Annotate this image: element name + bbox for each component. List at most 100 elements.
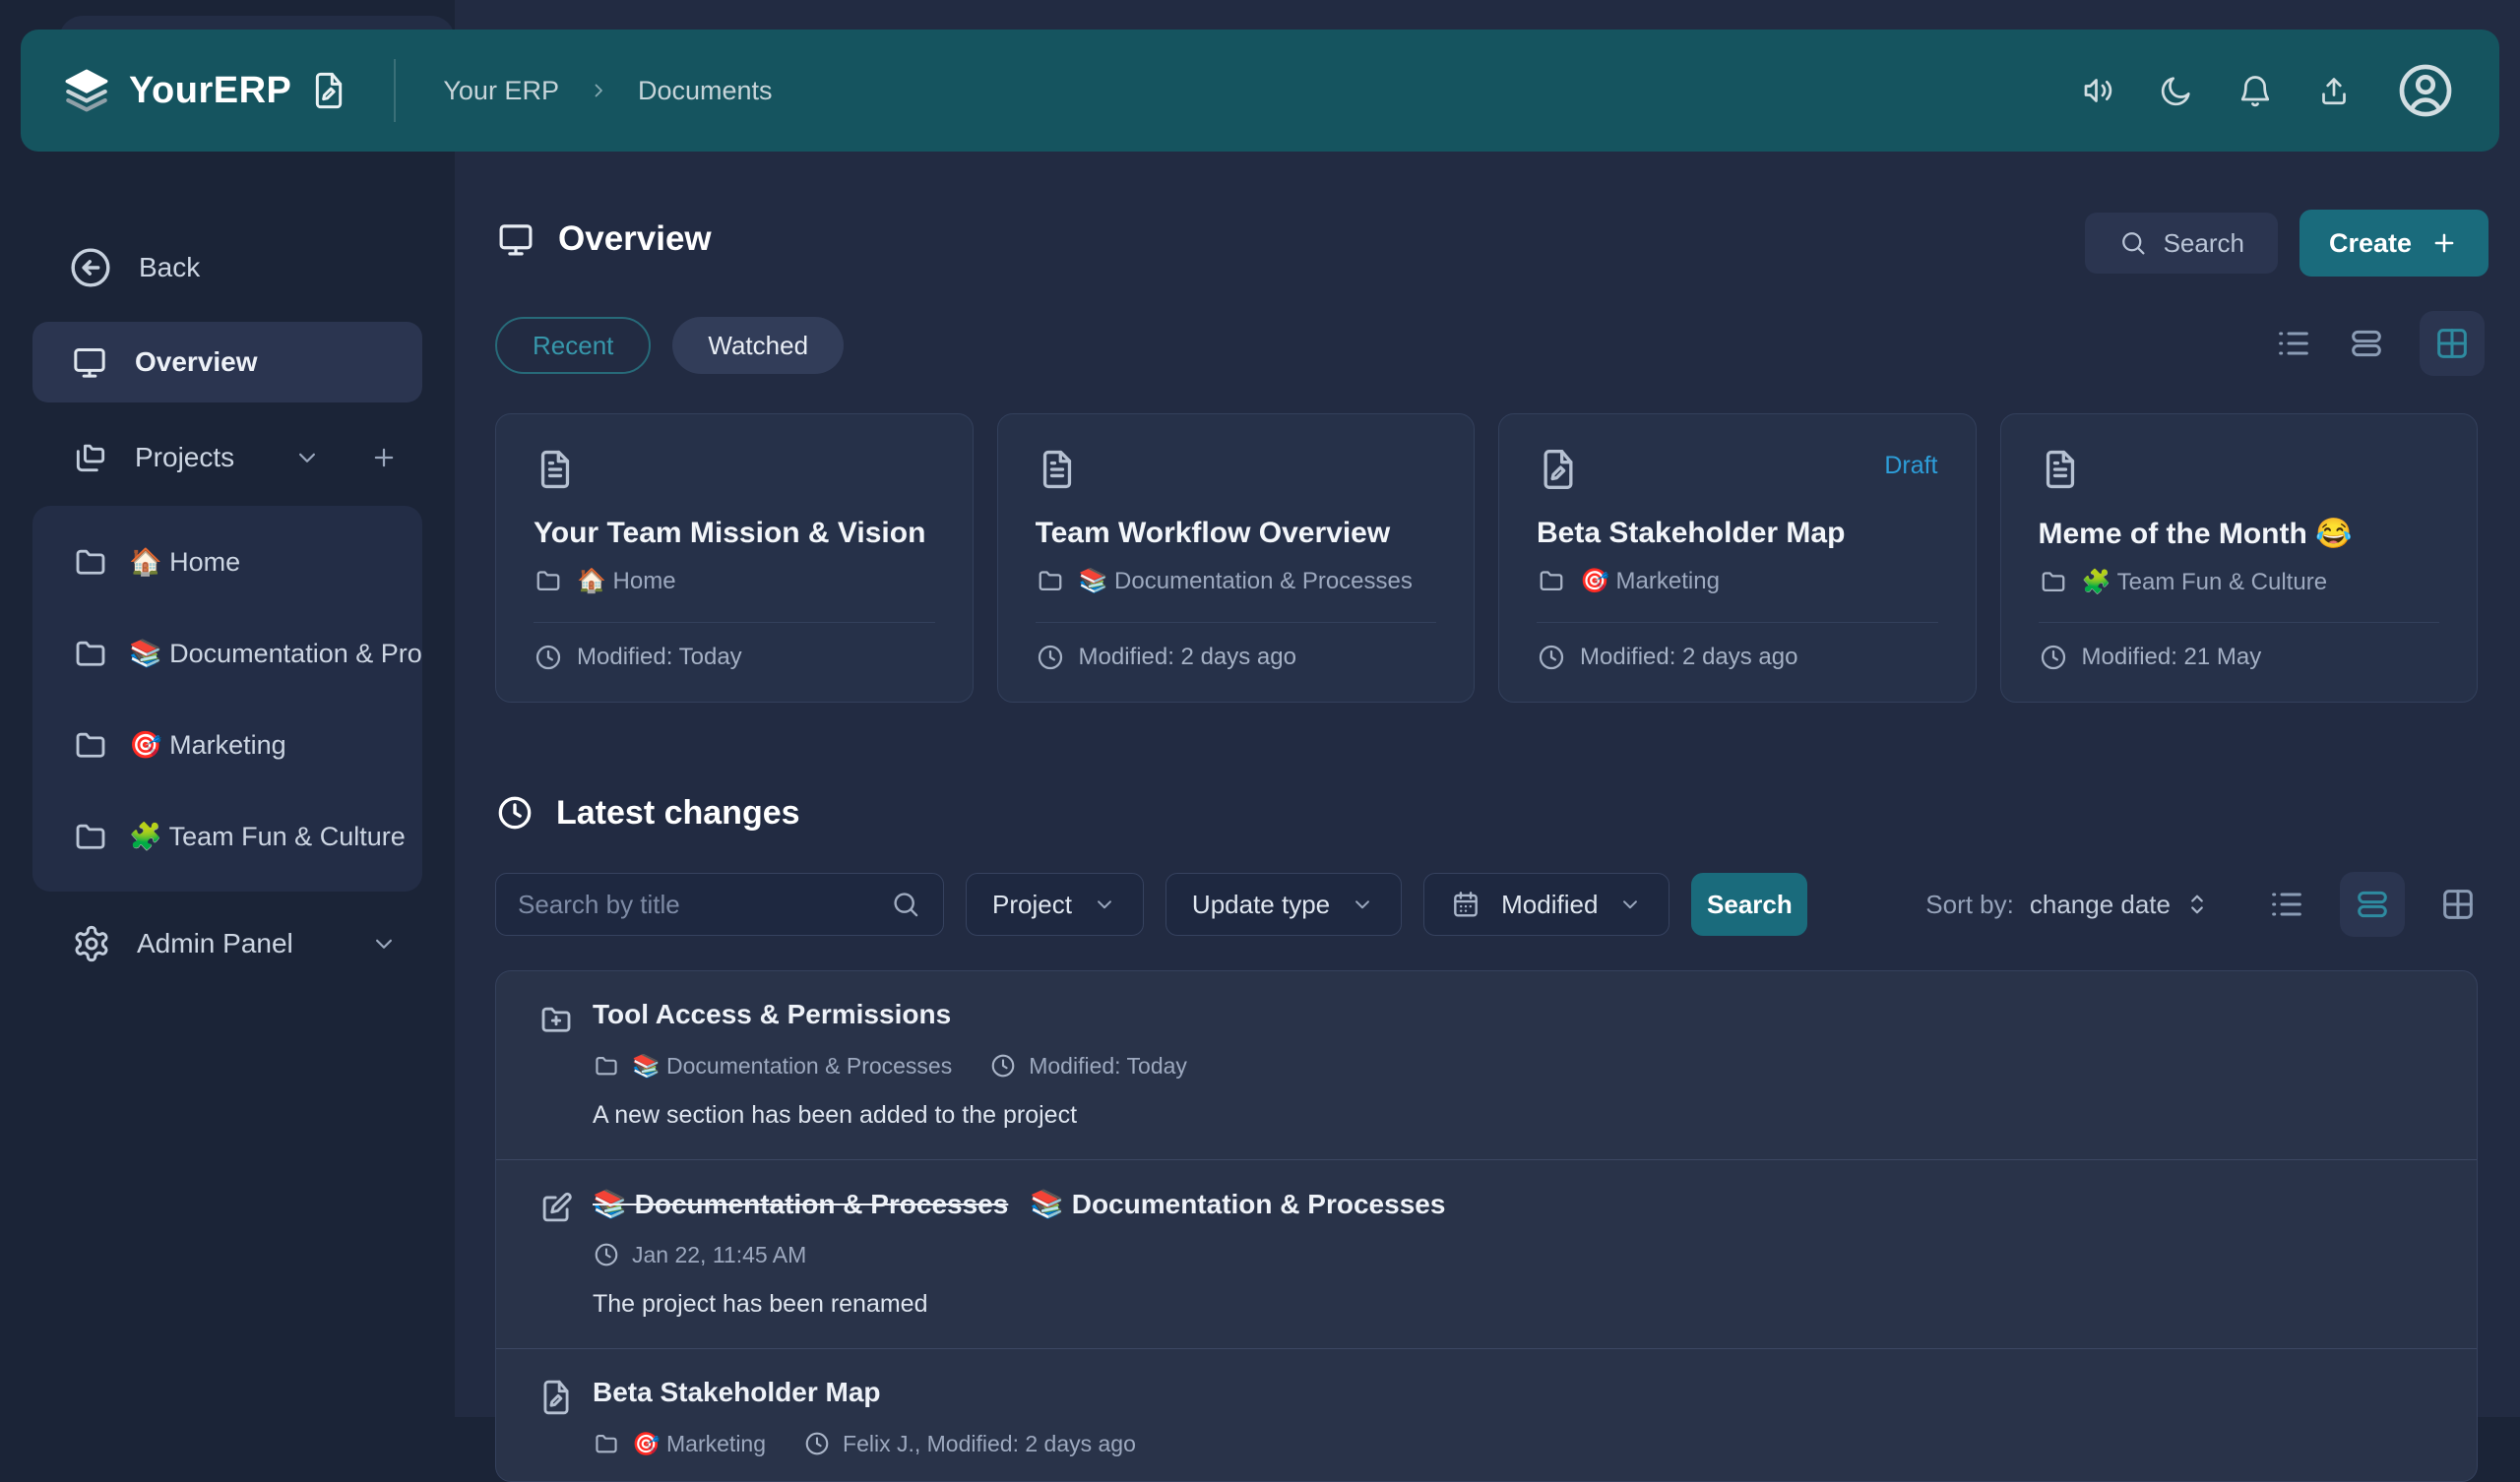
create-button-label: Create	[2329, 228, 2412, 259]
sort-value[interactable]: change date	[2030, 890, 2171, 920]
title-search-field[interactable]	[495, 873, 944, 936]
sort-control: Sort by: change date	[1925, 872, 2478, 937]
change-meta: Jan 22, 11:45 AM	[593, 1241, 2437, 1268]
sidebar-back-button[interactable]: Back	[32, 236, 422, 299]
grid-view-button-active[interactable]	[2420, 311, 2485, 376]
file-text-icon	[1036, 448, 1079, 491]
change-project: 📚 Documentation & Processes	[593, 1052, 952, 1080]
folder-icon	[2039, 567, 2068, 596]
rows-view-button-active[interactable]	[2340, 872, 2405, 937]
clock-icon	[1537, 643, 1566, 672]
sidebar-projects-list: 🏠 Home 📚 Documentation & Pro… 🎯 Marketin…	[32, 506, 422, 892]
user-avatar-icon[interactable]	[2395, 60, 2456, 121]
document-card[interactable]: Draft Beta Stakeholder Map 🎯 Marketing M…	[1498, 413, 1977, 703]
upload-icon[interactable]	[2316, 73, 2352, 108]
modified-filter-dropdown[interactable]: Modified	[1423, 873, 1670, 936]
plus-icon	[2429, 228, 2459, 258]
folder-icon	[72, 543, 109, 581]
change-time: Modified: Today	[989, 1052, 1187, 1080]
tab-recent[interactable]: Recent	[495, 317, 651, 374]
volume-icon[interactable]	[2080, 73, 2115, 108]
sidebar-item-team-fun[interactable]: 🧩 Team Fun & Culture	[32, 790, 422, 882]
chevron-down-icon[interactable]	[369, 929, 399, 958]
back-label: Back	[139, 252, 200, 283]
project-filter-label: Project	[992, 890, 1072, 920]
sidebar-item-projects[interactable]: Projects	[32, 429, 422, 486]
top-bar: YourERP Your ERP Documents	[21, 30, 2499, 152]
card-modified-label: Modified: Today	[577, 644, 742, 671]
change-title: Tool Access & Permissions	[593, 999, 2437, 1038]
change-row-tool-access[interactable]: Tool Access & Permissions 📚 Documentatio…	[496, 971, 2477, 1159]
tab-recent-label: Recent	[533, 331, 613, 361]
folders-icon	[72, 439, 109, 476]
update-type-filter-dropdown[interactable]: Update type	[1166, 873, 1402, 936]
clock-icon	[803, 1430, 831, 1457]
breadcrumb-root[interactable]: Your ERP	[443, 76, 559, 106]
card-project: 📚 Documentation & Processes	[1036, 566, 1437, 595]
modified-filter-label: Modified	[1501, 890, 1598, 920]
chevron-down-icon	[1617, 892, 1643, 917]
sidebar-item-documentation[interactable]: 📚 Documentation & Pro…	[32, 607, 422, 699]
folder-icon	[1537, 566, 1566, 595]
grid-view-icon[interactable]	[2438, 885, 2478, 924]
filter-search-button[interactable]: Search	[1691, 873, 1807, 936]
list-view-toggle	[2267, 872, 2478, 937]
clock-icon	[593, 1241, 620, 1268]
document-card[interactable]: Meme of the Month 😂 🧩 Team Fun & Culture…	[2000, 413, 2479, 703]
change-time-label: Modified: Today	[1029, 1053, 1187, 1080]
admin-label: Admin Panel	[137, 928, 293, 959]
change-row-project-renamed[interactable]: 📚 Documentation & Processes 📚 Documentat…	[496, 1159, 2477, 1348]
page-title: Overview	[495, 218, 712, 260]
tab-watched[interactable]: Watched	[672, 317, 844, 374]
change-project: 🎯 Marketing	[593, 1430, 766, 1457]
search-input[interactable]	[518, 890, 890, 920]
monitor-icon	[495, 218, 536, 260]
cards-view-toggle	[2274, 311, 2485, 376]
sidebar-item-admin-panel[interactable]: Admin Panel	[32, 913, 422, 974]
change-project-label: 📚 Documentation & Processes	[632, 1053, 952, 1080]
notifications-bell-icon[interactable]	[2237, 73, 2273, 108]
breadcrumb-current[interactable]: Documents	[638, 76, 773, 106]
folder-icon	[72, 818, 109, 855]
change-time-label: Jan 22, 11:45 AM	[632, 1242, 806, 1268]
rows-view-icon[interactable]	[2347, 324, 2386, 363]
create-button[interactable]: Create	[2300, 210, 2488, 277]
list-view-icon[interactable]	[2274, 324, 2313, 363]
sidebar-item-home[interactable]: 🏠 Home	[32, 516, 422, 607]
latest-changes-title: Latest changes	[495, 793, 800, 833]
update-type-filter-label: Update type	[1192, 890, 1330, 920]
change-time: Felix J., Modified: 2 days ago	[803, 1430, 1136, 1457]
draft-badge: Draft	[1884, 452, 1937, 480]
change-row-beta-stakeholder-map[interactable]: Beta Stakeholder Map 🎯 Marketing Felix J…	[496, 1348, 2477, 1482]
add-project-plus-icon[interactable]	[369, 443, 399, 472]
document-card[interactable]: Your Team Mission & Vision 🏠 Home Modifi…	[495, 413, 974, 703]
topbar-divider	[394, 59, 396, 122]
change-title: 📚 Documentation & Processes 📚 Documentat…	[593, 1188, 2437, 1227]
folder-icon	[72, 726, 109, 764]
change-meta: 📚 Documentation & Processes Modified: To…	[593, 1052, 2437, 1080]
search-button[interactable]: Search	[2085, 213, 2278, 274]
topbar-actions	[2080, 60, 2499, 121]
clock-icon	[534, 643, 563, 672]
sort-by-label: Sort by:	[1925, 890, 2014, 920]
list-view-icon[interactable]	[2267, 885, 2306, 924]
sidebar-item-marketing[interactable]: 🎯 Marketing	[32, 699, 422, 790]
project-filter-dropdown[interactable]: Project	[966, 873, 1144, 936]
search-icon	[890, 889, 921, 920]
grid-view-icon	[2432, 324, 2472, 363]
filter-search-button-label: Search	[1707, 890, 1793, 920]
card-modified-label: Modified: 2 days ago	[1079, 644, 1296, 671]
dark-mode-moon-icon[interactable]	[2159, 73, 2194, 108]
sort-direction-icon[interactable]	[2182, 890, 2212, 919]
sidebar-item-overview[interactable]: Overview	[32, 322, 422, 402]
card-modified: Modified: 2 days ago	[1036, 622, 1437, 672]
header-actions: Search Create	[2085, 209, 2488, 278]
change-time-label: Felix J., Modified: 2 days ago	[843, 1431, 1136, 1457]
change-title: Beta Stakeholder Map	[593, 1377, 2437, 1416]
card-project: 🏠 Home	[534, 566, 935, 595]
latest-changes-title-text: Latest changes	[556, 794, 800, 833]
document-card[interactable]: Team Workflow Overview 📚 Documentation &…	[997, 413, 1476, 703]
brand[interactable]: YourERP	[21, 66, 348, 115]
card-modified-label: Modified: 21 May	[2082, 644, 2262, 671]
chevron-down-icon[interactable]	[292, 443, 322, 472]
